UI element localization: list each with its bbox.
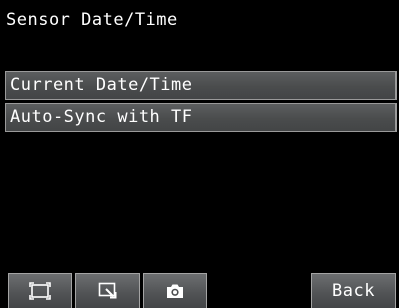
capture-button[interactable] (143, 273, 207, 308)
camera-icon (165, 283, 185, 299)
zoom-button[interactable] (75, 273, 140, 308)
fit-screen-button[interactable] (8, 273, 72, 308)
menu-item-current-date-time[interactable]: Current Date/Time (5, 71, 397, 100)
page-title: Sensor Date/Time (6, 10, 178, 30)
back-button[interactable]: Back (311, 273, 396, 308)
fit-frame-icon (29, 282, 51, 300)
zoom-icon (98, 282, 118, 300)
menu-item-auto-sync-with-tf[interactable]: Auto-Sync with TF (5, 103, 397, 132)
